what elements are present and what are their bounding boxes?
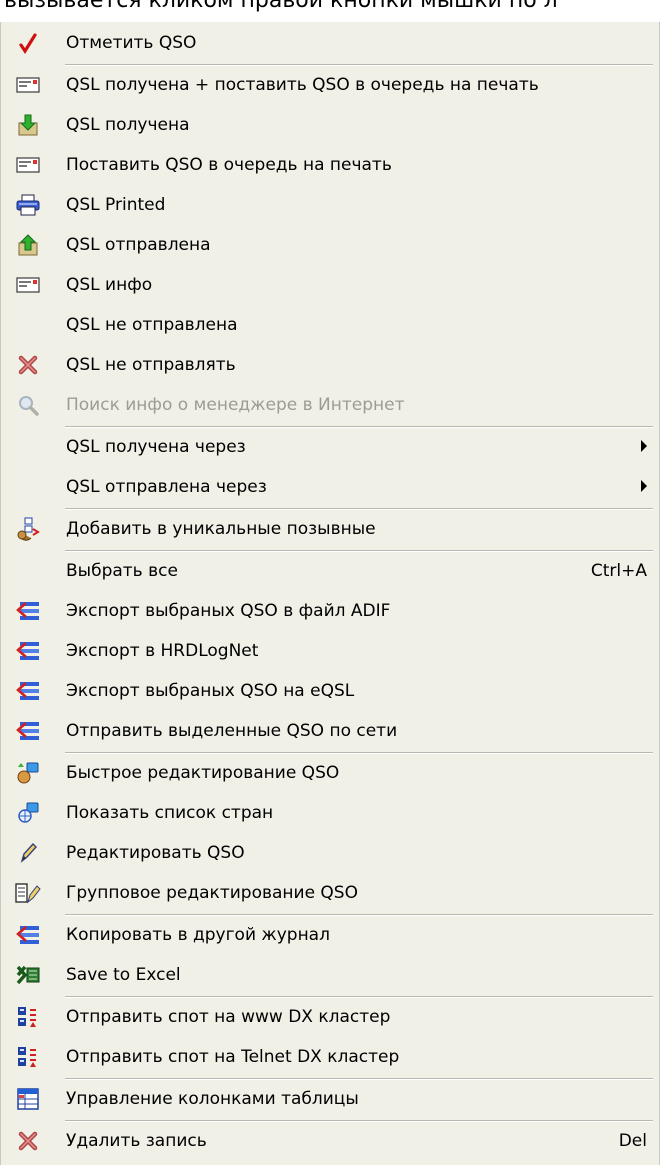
menu-item-send-over-network[interactable]: Отправить выделенные QSO по сети — [1, 711, 659, 751]
export-icon — [15, 639, 41, 663]
export-icon — [15, 923, 41, 947]
menu-item-label: QSL получена через — [66, 437, 246, 457]
menu-item-select-all[interactable]: Выбрать все Ctrl+A — [1, 551, 659, 591]
menu-item-label: QSL получена — [66, 115, 190, 135]
table-columns-icon — [15, 1087, 41, 1111]
menu-item-save-to-excel[interactable]: Save to Excel — [1, 955, 659, 995]
pencil-icon — [15, 841, 41, 865]
group-edit-icon — [15, 881, 41, 905]
menu-item-label: Отправить спот на www DX кластер — [66, 1007, 391, 1027]
menu-item-label: Поиск инфо о менеджере в Интернет — [66, 395, 405, 415]
menu-item-label: Отправить выделенные QSO по сети — [66, 721, 398, 741]
dx-cluster-icon — [15, 1005, 41, 1029]
menu-item-label: Копировать в другой журнал — [66, 925, 330, 945]
menu-item-label: Выбрать все — [66, 561, 178, 581]
menu-item-label: QSL отправлена — [66, 235, 211, 255]
menu-item-label: Экспорт в HRDLogNet — [66, 641, 259, 661]
menu-item-shortcut: Ctrl+A — [590, 561, 647, 581]
qsl-card-icon — [15, 273, 41, 297]
menu-item-label: Редактировать QSO — [66, 843, 245, 863]
caption-text: вызывается кликом правой кнопки мышки по… — [4, 0, 558, 13]
menu-item-label: Добавить в уникальные позывные — [66, 519, 376, 539]
menu-item-label: Управление колонками таблицы — [66, 1089, 359, 1109]
quick-edit-icon — [15, 761, 41, 785]
menu-item-label: QSL не отправлять — [66, 355, 236, 375]
menu-item-label: Групповое редактирование QSO — [66, 883, 358, 903]
menu-item-label: Поставить QSO в очередь на печать — [66, 155, 392, 175]
menu-item-label: Быстрое редактирование QSO — [66, 763, 340, 783]
menu-item-label: Save to Excel — [66, 965, 181, 985]
menu-item-label: QSL отправлена через — [66, 477, 267, 497]
menu-item-label: QSL Printed — [66, 195, 166, 215]
menu-item-qsl-sent-via[interactable]: QSL отправлена через — [1, 467, 659, 507]
sent-up-arrow-icon — [15, 233, 41, 257]
submenu-arrow-icon — [641, 480, 647, 492]
country-list-icon — [15, 801, 41, 825]
menu-item-qsl-not-sent[interactable]: QSL не отправлена — [1, 305, 659, 345]
menu-item-send-spot-telnet[interactable]: Отправить спот на Telnet DX кластер — [1, 1037, 659, 1077]
menu-item-qsl-info[interactable]: QSL инфо — [1, 265, 659, 305]
qsl-card-icon — [15, 153, 41, 177]
export-icon — [15, 679, 41, 703]
menu-item-label: QSL не отправлена — [66, 315, 238, 335]
qsl-card-icon — [15, 73, 41, 97]
menu-item-add-unique-callsign[interactable]: Добавить в уникальные позывные — [1, 509, 659, 549]
menu-item-qsl-received-and-queue[interactable]: QSL получена + поставить QSO в очередь н… — [1, 65, 659, 105]
menu-item-qsl-sent[interactable]: QSL отправлена — [1, 225, 659, 265]
export-icon — [15, 719, 41, 743]
menu-item-manage-table-columns[interactable]: Управление колонками таблицы — [1, 1079, 659, 1119]
menu-item-label: Показать список стран — [66, 803, 274, 823]
add-unique-callsign-icon — [15, 517, 41, 541]
menu-item-label: Экспорт выбраных QSO в файл ADIF — [66, 601, 391, 621]
menu-item-send-spot-www[interactable]: Отправить спот на www DX кластер — [1, 997, 659, 1037]
menu-item-label: Отметить QSO — [66, 33, 197, 53]
menu-item-mark-qso[interactable]: Отметить QSO — [1, 23, 659, 63]
menu-item-export-eqsl[interactable]: Экспорт выбраных QSO на eQSL — [1, 671, 659, 711]
menu-item-quick-edit-qso[interactable]: Быстрое редактирование QSO — [1, 753, 659, 793]
menu-item-qsl-received-via[interactable]: QSL получена через — [1, 427, 659, 467]
menu-item-label: Отправить спот на Telnet DX кластер — [66, 1047, 400, 1067]
menu-item-export-hrdlognet[interactable]: Экспорт в HRDLogNet — [1, 631, 659, 671]
menu-item-label: Удалить запись — [66, 1131, 207, 1151]
menu-item-show-country-list[interactable]: Показать список стран — [1, 793, 659, 833]
menu-item-qsl-printed[interactable]: QSL Printed — [1, 185, 659, 225]
menu-item-shortcut: Del — [618, 1131, 647, 1151]
check-mark-icon — [15, 31, 41, 55]
printer-icon — [15, 193, 41, 217]
menu-item-delete-record[interactable]: Удалить запись Del — [1, 1121, 659, 1161]
menu-item-search-manager-info[interactable]: Поиск инфо о менеджере в Интернет — [1, 385, 659, 425]
menu-item-copy-to-other-log[interactable]: Копировать в другой журнал — [1, 915, 659, 955]
excel-icon — [15, 963, 41, 987]
menu-item-label: Экспорт выбраных QSO на eQSL — [66, 681, 355, 701]
search-magnifier-icon — [15, 393, 41, 417]
menu-item-group-edit-qso[interactable]: Групповое редактирование QSO — [1, 873, 659, 913]
menu-item-export-adif[interactable]: Экспорт выбраных QSO в файл ADIF — [1, 591, 659, 631]
menu-item-qsl-do-not-send[interactable]: QSL не отправлять — [1, 345, 659, 385]
context-menu: Отметить QSO QSL получена + поставить QS… — [0, 22, 660, 1165]
page: вызывается кликом правой кнопки мышки по… — [0, 0, 660, 1165]
menu-item-queue-for-print[interactable]: Поставить QSO в очередь на печать — [1, 145, 659, 185]
menu-item-edit-qso[interactable]: Редактировать QSO — [1, 833, 659, 873]
menu-item-label: QSL получена + поставить QSO в очередь н… — [66, 75, 539, 95]
delete-x-icon — [15, 353, 41, 377]
received-down-arrow-icon — [15, 113, 41, 137]
delete-x-icon — [15, 1129, 41, 1153]
menu-item-qsl-received[interactable]: QSL получена — [1, 105, 659, 145]
dx-cluster-icon — [15, 1045, 41, 1069]
export-icon — [15, 599, 41, 623]
submenu-arrow-icon — [641, 440, 647, 452]
menu-item-label: QSL инфо — [66, 275, 153, 295]
